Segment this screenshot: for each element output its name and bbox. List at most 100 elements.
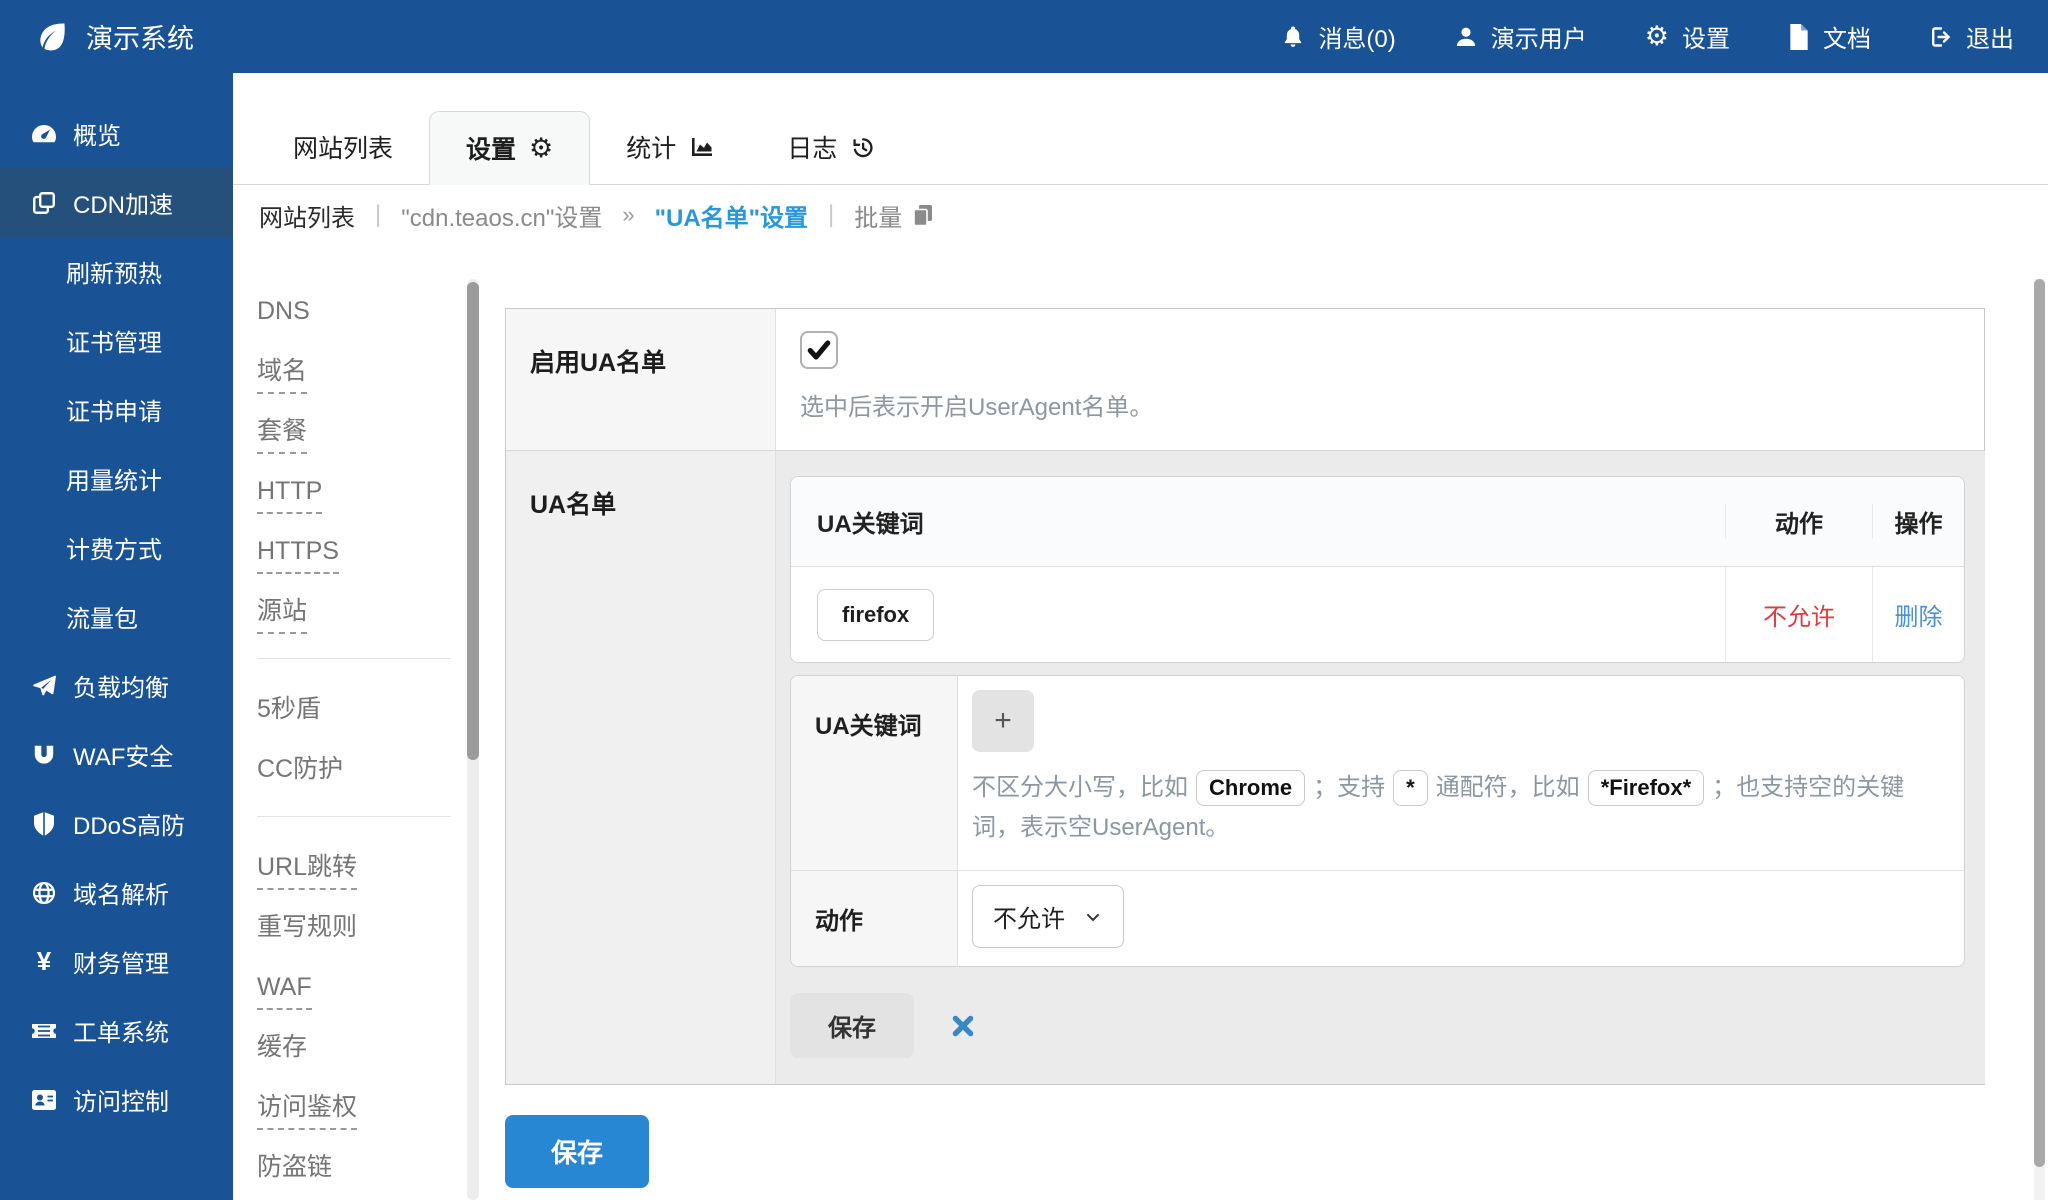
menu-label: CC防护 bbox=[257, 755, 343, 783]
sidebar-item-cert-apply[interactable]: 证书申请 bbox=[0, 375, 233, 444]
sidebar-item-traffic-pack[interactable]: 流量包 bbox=[0, 582, 233, 651]
tab-label: 日志 bbox=[787, 129, 837, 165]
sidebar-item-label: WAF安全 bbox=[73, 737, 173, 772]
document-icon bbox=[1788, 24, 1810, 50]
action-value: 不允许 bbox=[1763, 597, 1835, 632]
sidebar-item-waf[interactable]: WAF安全 bbox=[0, 720, 233, 789]
menu-item-cache[interactable]: 缓存 bbox=[257, 1029, 457, 1066]
add-keyword-button[interactable]: + bbox=[972, 690, 1034, 752]
sidebar-item-cdn[interactable]: CDN加速 bbox=[0, 168, 233, 237]
topnav-docs-label: 文档 bbox=[1823, 19, 1871, 54]
keyword-cell: firefox bbox=[791, 567, 1725, 662]
ops-cell: 删除 bbox=[1872, 567, 1964, 662]
sidebar-item-label: 流量包 bbox=[66, 599, 138, 634]
enable-ua-content: 选中后表示开启UserAgent名单。 bbox=[776, 309, 1984, 450]
sidebar-item-load-balance[interactable]: 负载均衡 bbox=[0, 651, 233, 720]
cancel-icon[interactable] bbox=[950, 1013, 976, 1039]
sidebar-item-label: 域名解析 bbox=[73, 875, 169, 910]
sidebar-item-tickets[interactable]: 工单系统 bbox=[0, 996, 233, 1065]
editor-save-button[interactable]: 保存 bbox=[790, 993, 914, 1058]
tab-site-list[interactable]: 网站列表 bbox=[257, 110, 429, 184]
breadcrumb-ua-list-settings[interactable]: "UA名单"设置 bbox=[655, 198, 808, 233]
paper-plane-icon bbox=[28, 673, 60, 699]
menu-label: 防盗链 bbox=[257, 1153, 332, 1181]
menu-label: DNS bbox=[257, 297, 310, 325]
clone-icon bbox=[28, 190, 60, 216]
menu-item-plan[interactable]: 套餐 bbox=[257, 413, 457, 450]
sidebar-item-billing-mode[interactable]: 计费方式 bbox=[0, 513, 233, 582]
sidebar-item-label: 财务管理 bbox=[73, 944, 169, 979]
breadcrumb-site-list[interactable]: 网站列表 bbox=[259, 198, 355, 233]
history-icon bbox=[850, 135, 875, 160]
check-icon bbox=[805, 336, 833, 364]
sidebar-item-label: 负载均衡 bbox=[73, 668, 169, 703]
menu-item-http[interactable]: HTTP bbox=[257, 473, 457, 510]
magnet-icon bbox=[28, 742, 60, 768]
topnav-docs[interactable]: 文档 bbox=[1788, 19, 1871, 54]
menu-item-url-redirect[interactable]: URL跳转 bbox=[257, 849, 457, 886]
ua-list-row: UA名单 UA关键词 动作 操作 firefox bbox=[506, 451, 1984, 1084]
breadcrumb: 网站列表 | "cdn.teaos.cn"设置 » "UA名单"设置 | 批量 bbox=[233, 185, 2048, 245]
breadcrumb-site-settings[interactable]: "cdn.teaos.cn"设置 bbox=[401, 198, 602, 233]
menu-item-dns[interactable]: DNS bbox=[257, 293, 457, 330]
enable-ua-row: 启用UA名单 选中后表示开启UserAgent名单。 bbox=[506, 309, 1984, 451]
delete-link[interactable]: 删除 bbox=[1895, 597, 1943, 632]
tab-stats[interactable]: 统计 bbox=[590, 110, 751, 184]
topnav-messages[interactable]: 消息(0) bbox=[1281, 19, 1395, 54]
help-text-part: ；支持 bbox=[1313, 774, 1385, 801]
topnav-settings-label: 设置 bbox=[1682, 19, 1730, 54]
topnav-settings[interactable]: ⚙ 设置 bbox=[1645, 19, 1730, 54]
leaf-icon bbox=[34, 20, 68, 54]
sidebar-item-usage-stats[interactable]: 用量统计 bbox=[0, 444, 233, 513]
editor-help-text: 不区分大小写，比如Chrome；支持*通配符，比如*Firefox*；也支持空的… bbox=[972, 768, 1934, 848]
sidebar-item-overview[interactable]: 概览 bbox=[0, 99, 233, 168]
main-panel: 启用UA名单 选中后表示开启UserAgent名单。 UA名单 bbox=[505, 308, 1985, 1188]
menu-item-auth[interactable]: 访问鉴权 bbox=[257, 1089, 457, 1126]
col-header-ops: 操作 bbox=[1872, 504, 1964, 539]
menu-label: 域名 bbox=[257, 357, 307, 394]
sidebar-item-label: 用量统计 bbox=[66, 461, 162, 496]
menu-divider bbox=[257, 658, 451, 659]
sidebar-item-dns-resolve[interactable]: 域名解析 bbox=[0, 858, 233, 927]
menu-item-cc-protect[interactable]: CC防护 bbox=[257, 751, 457, 788]
topnav-user[interactable]: 演示用户 bbox=[1454, 19, 1587, 54]
menu-item-waf[interactable]: WAF bbox=[257, 969, 457, 1006]
sidebar-item-access-control[interactable]: 访问控制 bbox=[0, 1065, 233, 1134]
sidebar-item-cert-manage[interactable]: 证书管理 bbox=[0, 306, 233, 375]
settings-menu: DNS 域名 套餐 HTTP HTTPS 源站 5秒盾 CC防护 URL跳转 重… bbox=[257, 293, 457, 1200]
ua-keywords-table: UA关键词 动作 操作 firefox 不允许 bbox=[790, 476, 1965, 663]
tab-logs[interactable]: 日志 bbox=[751, 110, 911, 184]
menu-item-https[interactable]: HTTPS bbox=[257, 533, 457, 570]
save-button[interactable]: 保存 bbox=[505, 1115, 649, 1188]
page-scrollbar-thumb[interactable] bbox=[2034, 279, 2045, 1167]
topnav-logout[interactable]: 退出 bbox=[1929, 19, 2014, 54]
col-header-keyword: UA关键词 bbox=[791, 504, 1725, 539]
sidebar-item-ddos[interactable]: DDoS高防 bbox=[0, 789, 233, 858]
menu-scrollbar-track bbox=[467, 279, 479, 1200]
menu-item-rewrite[interactable]: 重写规则 bbox=[257, 909, 457, 946]
tab-label: 统计 bbox=[626, 129, 676, 165]
sidebar-item-finance[interactable]: ¥ 财务管理 bbox=[0, 927, 233, 996]
breadcrumb-batch[interactable]: 批量 bbox=[854, 198, 934, 233]
tab-bar: 网站列表 设置 ⚙ 统计 日志 bbox=[233, 73, 2048, 185]
topbar: 演示系统 消息(0) 演示用户 ⚙ 设置 文档 bbox=[0, 0, 2048, 73]
menu-item-origin[interactable]: 源站 bbox=[257, 593, 457, 630]
tab-settings[interactable]: 设置 ⚙ bbox=[429, 111, 590, 185]
action-select[interactable]: 不允许 bbox=[972, 885, 1124, 948]
menu-item-domain[interactable]: 域名 bbox=[257, 353, 457, 390]
sidebar-item-label: DDoS高防 bbox=[73, 806, 185, 841]
editor-action-content: 不允许 bbox=[958, 871, 1964, 966]
topnav: 消息(0) 演示用户 ⚙ 设置 文档 退出 bbox=[1281, 19, 2014, 54]
menu-item-5s-shield[interactable]: 5秒盾 bbox=[257, 691, 457, 728]
chart-area-icon bbox=[689, 135, 715, 159]
editor-keyword-content: + 不区分大小写，比如Chrome；支持*通配符，比如*Firefox*；也支持… bbox=[958, 676, 1964, 870]
table-row: firefox 不允许 删除 bbox=[791, 567, 1964, 662]
menu-item-hotlink[interactable]: 防盗链 bbox=[257, 1149, 457, 1186]
keyword-tag: firefox bbox=[817, 589, 934, 641]
topnav-user-label: 演示用户 bbox=[1491, 19, 1587, 54]
menu-divider bbox=[257, 816, 451, 817]
action-select-value: 不允许 bbox=[993, 899, 1065, 934]
menu-scrollbar-thumb[interactable] bbox=[467, 282, 479, 760]
enable-ua-checkbox[interactable] bbox=[800, 331, 838, 369]
sidebar-item-refresh-prewarm[interactable]: 刷新预热 bbox=[0, 237, 233, 306]
